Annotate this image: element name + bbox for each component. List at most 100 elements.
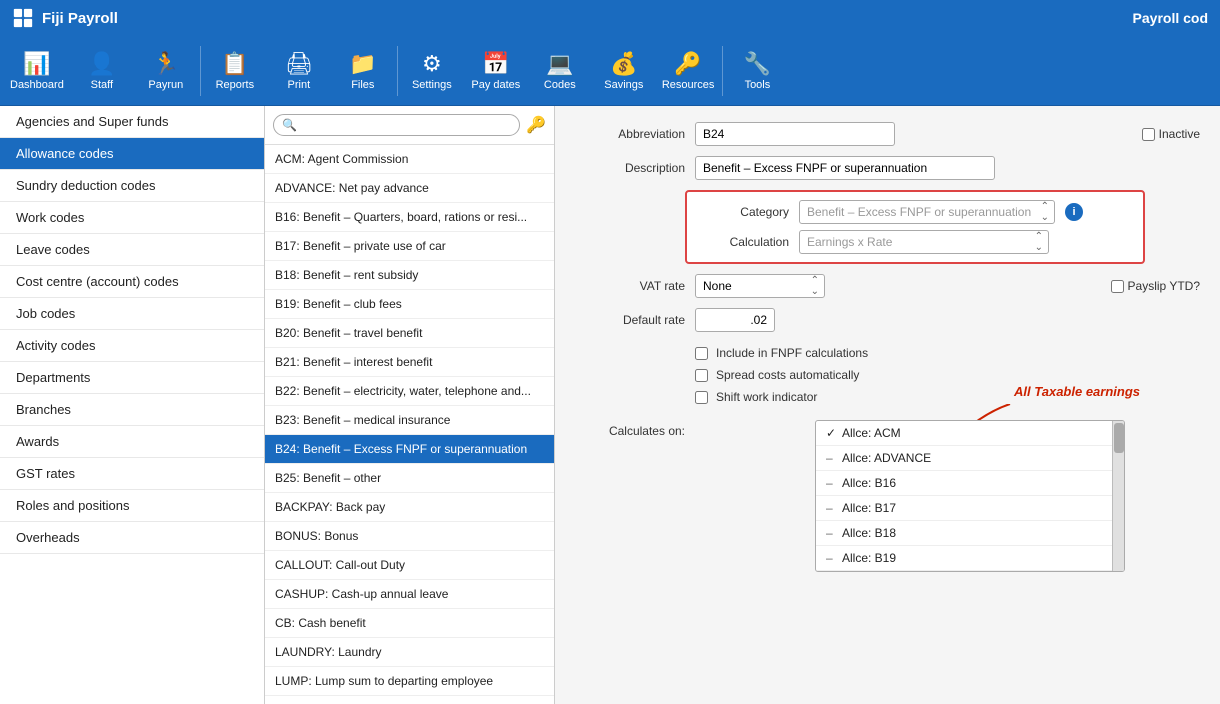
calculates-box: ✓ Allce: ACM – Allce: ADVANCE – Allce: B…	[815, 420, 1125, 572]
toolbar-payrun[interactable]: 🏃 Payrun	[134, 40, 198, 102]
abbreviation-input[interactable]	[695, 122, 895, 146]
list-item[interactable]: B25: Benefit – other	[265, 464, 554, 493]
toolbar-dashboard[interactable]: 📊 Dashboard	[4, 40, 70, 102]
list-item[interactable]: CALLOUT: Call-out Duty	[265, 551, 554, 580]
list-item[interactable]: B17: Benefit – private use of car	[265, 232, 554, 261]
toolbar-files-label: Files	[351, 79, 374, 91]
sidebar-item-allowance[interactable]: Allowance codes	[0, 138, 264, 170]
toolbar-resources[interactable]: 🔑 Resources	[656, 40, 721, 102]
sidebar-item-awards[interactable]: Awards	[0, 426, 264, 458]
list-item[interactable]: LAUNDRY: Laundry	[265, 638, 554, 667]
inactive-checkbox[interactable]	[1142, 128, 1155, 141]
toolbar-settings-label: Settings	[412, 79, 452, 91]
toolbar-resources-label: Resources	[662, 79, 715, 91]
vat-select[interactable]: None	[695, 274, 825, 298]
search-input[interactable]	[301, 118, 511, 132]
info-button[interactable]: i	[1065, 203, 1083, 221]
category-select[interactable]: Benefit – Excess FNPF or superannuation	[799, 200, 1055, 224]
list-item[interactable]: B23: Benefit – medical insurance	[265, 406, 554, 435]
calc-item[interactable]: – Allce: ADVANCE	[816, 446, 1124, 471]
sidebar-item-agencies[interactable]: Agencies and Super funds	[0, 106, 264, 138]
include-fnpf-checkbox[interactable]	[695, 347, 708, 360]
toolbar-staff-label: Staff	[91, 79, 113, 91]
toolbar-paydates[interactable]: 📅 Pay dates	[464, 40, 528, 102]
calc-dash-icon: –	[826, 451, 842, 465]
search-wrapper[interactable]: 🔍	[273, 114, 520, 136]
sidebar-item-departments[interactable]: Departments	[0, 362, 264, 394]
list-item[interactable]: BONUS: Bonus	[265, 522, 554, 551]
toolbar-codes-label: Codes	[544, 79, 576, 91]
list-item[interactable]: ACM: Agent Commission	[265, 145, 554, 174]
dashboard-icon: 📊	[23, 51, 50, 77]
toolbar-tools[interactable]: 🔧 Tools	[725, 40, 789, 102]
sidebar-item-leave[interactable]: Leave codes	[0, 234, 264, 266]
sidebar-item-overheads[interactable]: Overheads	[0, 522, 264, 554]
sidebar: Agencies and Super funds Allowance codes…	[0, 106, 265, 704]
toolbar-reports[interactable]: 📋 Reports	[203, 40, 267, 102]
spread-costs-checkbox[interactable]	[695, 369, 708, 382]
list-item[interactable]: LUMP: Lump sum to departing employee	[265, 667, 554, 696]
list-item[interactable]: CASHUP: Cash-up annual leave	[265, 580, 554, 609]
description-input[interactable]	[695, 156, 995, 180]
include-fnpf-row: Include in FNPF calculations	[575, 346, 1200, 360]
sidebar-item-sundry[interactable]: Sundry deduction codes	[0, 170, 264, 202]
sidebar-item-job[interactable]: Job codes	[0, 298, 264, 330]
files-icon: 📁	[349, 51, 376, 77]
toolbar-reports-label: Reports	[216, 79, 255, 91]
calculation-select[interactable]: Earnings x Rate	[799, 230, 1049, 254]
payroll-code-label: Payroll cod	[1133, 10, 1208, 26]
abbreviation-label: Abbreviation	[575, 127, 685, 141]
calc-item[interactable]: – Allce: B16	[816, 471, 1124, 496]
list-item[interactable]: B20: Benefit – travel benefit	[265, 319, 554, 348]
toolbar-payrun-label: Payrun	[148, 79, 183, 91]
sidebar-item-costcentre[interactable]: Cost centre (account) codes	[0, 266, 264, 298]
app-header: Fiji Payroll Payroll cod	[0, 0, 1220, 36]
sidebar-item-activity[interactable]: Activity codes	[0, 330, 264, 362]
print-icon: 🖨	[285, 51, 313, 77]
list-item[interactable]: B19: Benefit – club fees	[265, 290, 554, 319]
detail-panel: Abbreviation Inactive Description Catego…	[555, 106, 1220, 704]
calc-item[interactable]: ✓ Allce: ACM	[816, 421, 1124, 446]
vat-select-wrapper: None ⌃⌄	[695, 274, 825, 298]
toolbar-files[interactable]: 📁 Files	[331, 40, 395, 102]
calc-scrollbar[interactable]	[1112, 421, 1124, 571]
calc-item[interactable]: – Allce: B19	[816, 546, 1124, 571]
toolbar-print[interactable]: 🖨 Print	[267, 40, 331, 102]
list-item[interactable]: BACKPAY: Back pay	[265, 493, 554, 522]
search-icon: 🔍	[282, 118, 297, 132]
calc-dash-icon: –	[826, 501, 842, 515]
list-item-selected[interactable]: B24: Benefit – Excess FNPF or superannua…	[265, 435, 554, 464]
key-icon[interactable]: 🔑	[526, 115, 546, 135]
shift-work-checkbox[interactable]	[695, 391, 708, 404]
toolbar-savings-label: Savings	[604, 79, 643, 91]
default-rate-label: Default rate	[575, 313, 685, 327]
toolbar-settings[interactable]: ⚙ Settings	[400, 40, 464, 102]
sidebar-item-gst[interactable]: GST rates	[0, 458, 264, 490]
list-item[interactable]: CB: Cash benefit	[265, 609, 554, 638]
sidebar-item-roles[interactable]: Roles and positions	[0, 490, 264, 522]
toolbar-sep-2	[397, 46, 398, 96]
default-rate-input[interactable]	[695, 308, 775, 332]
payslip-ytd-checkbox[interactable]	[1111, 280, 1124, 293]
app-title: Fiji Payroll	[42, 10, 118, 27]
list-item[interactable]: NONTAX: Non-taxable component	[265, 696, 554, 704]
list-item[interactable]: B21: Benefit – interest benefit	[265, 348, 554, 377]
sidebar-item-branches[interactable]: Branches	[0, 394, 264, 426]
calculation-select-wrapper: Earnings x Rate ⌃⌄	[799, 230, 1049, 254]
sidebar-item-work[interactable]: Work codes	[0, 202, 264, 234]
list-item[interactable]: ADVANCE: Net pay advance	[265, 174, 554, 203]
calculation-label: Calculation	[699, 235, 789, 249]
toolbar-codes[interactable]: 💻 Codes	[528, 40, 592, 102]
list-item[interactable]: B16: Benefit – Quarters, board, rations …	[265, 203, 554, 232]
toolbar-sep-3	[722, 46, 723, 96]
app-logo-icon	[12, 7, 34, 29]
staff-icon: 👤	[88, 51, 115, 77]
calc-item[interactable]: – Allce: B17	[816, 496, 1124, 521]
toolbar-dashboard-label: Dashboard	[10, 79, 64, 91]
toolbar-staff[interactable]: 👤 Staff	[70, 40, 134, 102]
calc-item[interactable]: – Allce: B18	[816, 521, 1124, 546]
toolbar-savings[interactable]: 💰 Savings	[592, 40, 656, 102]
list-item[interactable]: B18: Benefit – rent subsidy	[265, 261, 554, 290]
list-item[interactable]: B22: Benefit – electricity, water, telep…	[265, 377, 554, 406]
toolbar-tools-label: Tools	[745, 79, 771, 91]
